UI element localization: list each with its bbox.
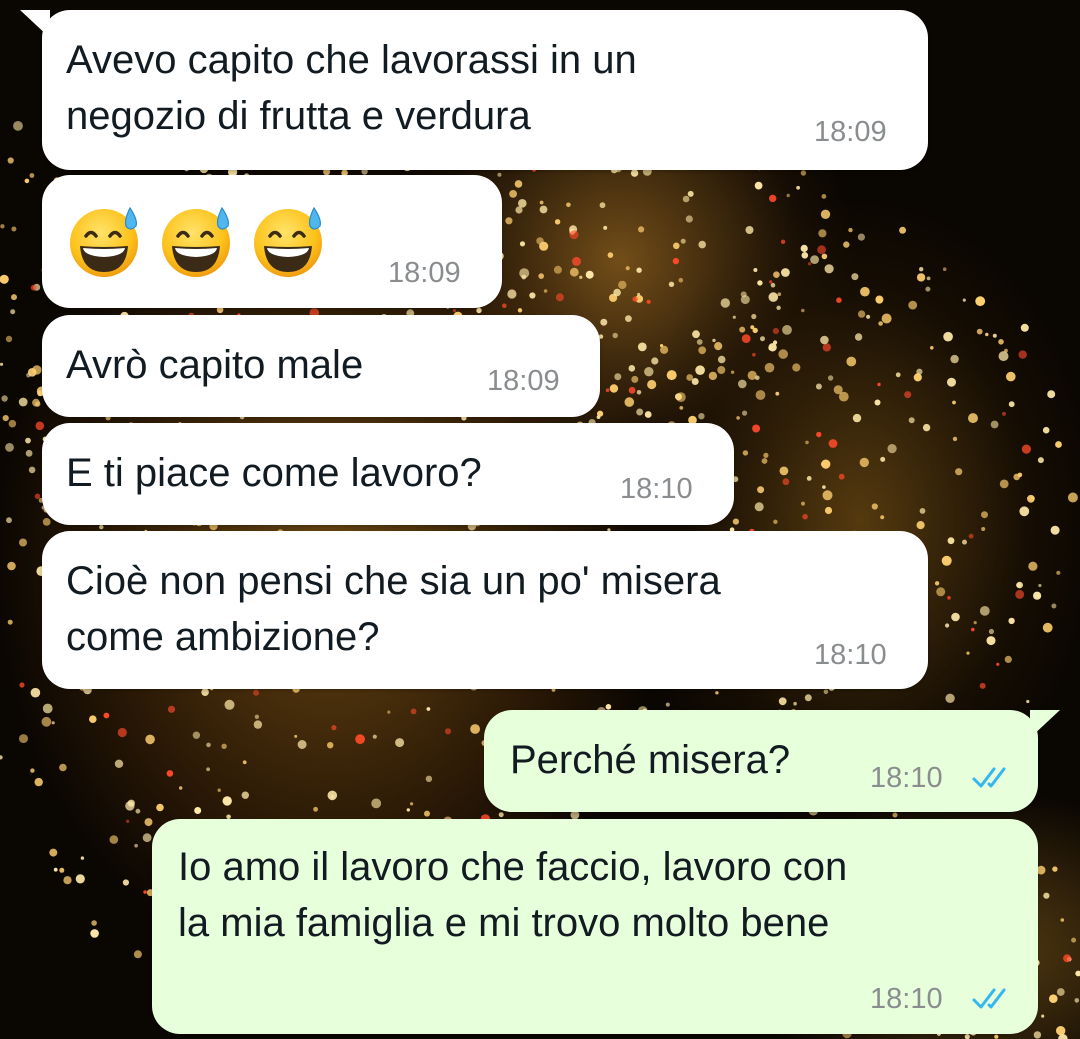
outgoing-message[interactable]: Perché misera? 18:10 <box>484 710 1038 812</box>
double-check-icon <box>972 988 1006 1009</box>
double-check-icon <box>972 767 1006 788</box>
bubble-tail <box>20 10 50 38</box>
message-text: Avevo capito che lavorassi in un negozio… <box>66 38 637 138</box>
message-time: 18:10 <box>870 762 943 794</box>
grinning-face-with-sweat-emoji <box>70 206 138 277</box>
message-time: 18:10 <box>620 473 693 505</box>
message-time: 18:10 <box>870 983 943 1015</box>
outgoing-message[interactable]: Io amo il lavoro che faccio, lavoro con … <box>152 819 1038 1034</box>
message-time: 18:10 <box>814 639 887 671</box>
message-text: Perché misera? <box>510 738 791 782</box>
incoming-message[interactable]: Cioè non pensi che sia un po' misera com… <box>42 531 928 689</box>
incoming-message[interactable]: E ti piace come lavoro? 18:10 <box>42 423 734 525</box>
message-list[interactable]: Avevo capito che lavorassi in un negozio… <box>0 0 1080 1039</box>
grinning-face-with-sweat-emoji <box>254 206 322 277</box>
grinning-face-with-sweat-emoji <box>162 206 230 277</box>
message-text: E ti piace come lavoro? <box>66 451 482 495</box>
emoji-group <box>66 202 328 280</box>
message-time: 18:09 <box>487 365 560 397</box>
message-text: Io amo il lavoro che faccio, lavoro con … <box>178 845 848 945</box>
bubble-tail <box>1030 710 1060 738</box>
message-text: Avrò capito male <box>66 343 364 387</box>
incoming-message[interactable]: Avrò capito male 18:09 <box>42 315 600 417</box>
message-text: Cioè non pensi che sia un po' misera com… <box>66 559 721 659</box>
message-time: 18:09 <box>388 257 461 289</box>
message-time: 18:09 <box>814 116 887 148</box>
incoming-message[interactable]: Avevo capito che lavorassi in un negozio… <box>42 10 928 170</box>
incoming-message[interactable]: 18:09 <box>42 175 502 308</box>
